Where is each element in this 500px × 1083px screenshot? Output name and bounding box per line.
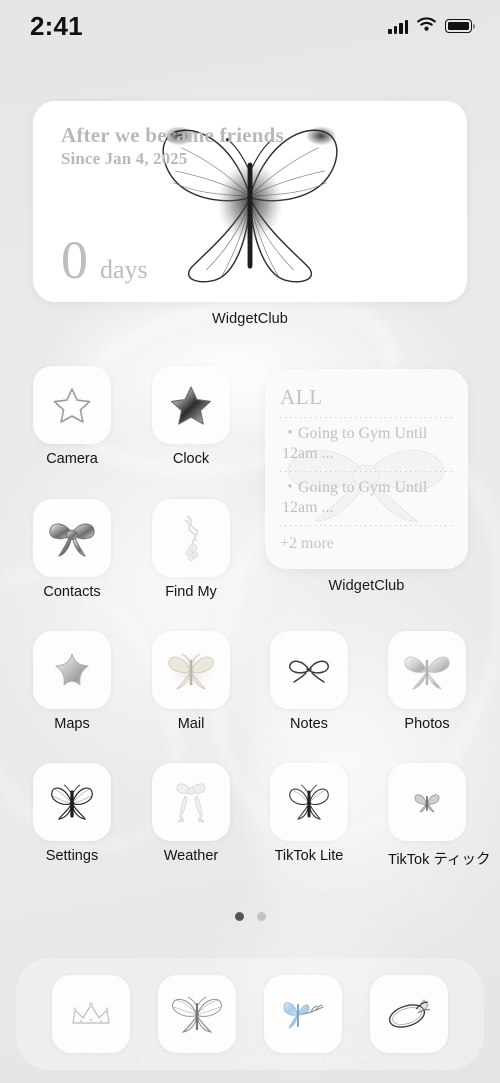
app-label: Contacts: [43, 584, 101, 600]
app-label: Weather: [163, 848, 219, 864]
app-label: Mail: [177, 716, 205, 732]
divider: [280, 417, 455, 418]
wifi-icon: [417, 16, 436, 36]
app-settings[interactable]: Settings: [33, 763, 111, 864]
crown-tiara-icon: [72, 1002, 110, 1024]
counter-days-block: 0 days: [61, 229, 148, 290]
cellular-bars-icon: [388, 19, 408, 34]
app-find-my[interactable]: Find My: [152, 499, 230, 600]
moth-butterfly-icon: [167, 651, 215, 690]
ring-sketch-icon: [388, 999, 431, 1028]
app-label: Photos: [404, 716, 450, 732]
counter-number: 0: [61, 229, 88, 290]
widget-card[interactable]: After we became friends Since Jan 4, 202…: [33, 101, 467, 302]
counter-text-block: After we became friends Since Jan 4, 202…: [61, 123, 284, 169]
app-weather[interactable]: Weather: [152, 763, 230, 864]
counter-title: After we became friends: [61, 123, 284, 147]
star-silver-icon: [55, 653, 89, 686]
counter-unit: days: [100, 254, 148, 284]
dock-app-list: [16, 958, 484, 1070]
app-icon[interactable]: [152, 763, 230, 841]
app-label: Settings: [45, 848, 99, 864]
app-label: Find My: [165, 584, 217, 600]
status-bar: 2:41: [0, 0, 500, 52]
widget-label: WidgetClub: [328, 578, 405, 594]
butterfly-small-icon: [414, 794, 440, 813]
app-label: Clock: [172, 451, 210, 467]
app-icon[interactable]: [270, 631, 348, 709]
app-icon[interactable]: [152, 366, 230, 444]
app-clock[interactable]: Clock: [152, 366, 230, 467]
app-label: TikTok ティック: [388, 852, 491, 868]
app-icon[interactable]: [152, 499, 230, 577]
app-icon[interactable]: [270, 763, 348, 841]
app-contacts[interactable]: Contacts: [33, 499, 111, 600]
app-icon[interactable]: [388, 763, 466, 841]
pearl-charm-icon: [184, 515, 199, 562]
counter-since-date: Since Jan 4, 2025: [61, 149, 188, 169]
app-label: Camera: [46, 451, 98, 467]
app-label: TikTok Lite: [274, 848, 344, 864]
dock-app-blue-butterfly[interactable]: [264, 975, 342, 1053]
page-dot-1[interactable]: [234, 912, 244, 921]
widget-friendship-counter[interactable]: After we became friends Since Jan 4, 202…: [33, 101, 467, 327]
butterfly-lace-icon: [172, 996, 222, 1033]
page-indicator-dots[interactable]: [0, 912, 500, 921]
butterfly-ink-icon: [51, 784, 93, 820]
bow-outline-icon: [289, 660, 329, 683]
page-dot-2[interactable]: [256, 912, 266, 921]
status-bar-indicators: [388, 16, 475, 36]
butterfly-outline-icon: [289, 784, 329, 820]
star-filled-chrome-icon: [170, 386, 212, 425]
status-bar-clock: 2:41: [30, 10, 83, 41]
reminder-item[interactable]: ・Going to Gym Until 12am ...: [280, 478, 455, 518]
app-tiktok-lite[interactable]: TikTok Lite: [270, 763, 348, 864]
app-icon[interactable]: [152, 631, 230, 709]
blue-butterfly-icon: [283, 1002, 324, 1029]
app-icon[interactable]: [33, 631, 111, 709]
dock-app-tiara[interactable]: [52, 975, 130, 1053]
silver-butterfly-icon: [404, 656, 450, 690]
dock: [16, 958, 484, 1070]
app-photos[interactable]: Photos: [388, 631, 466, 732]
app-icon[interactable]: [388, 631, 466, 709]
app-icon[interactable]: [33, 499, 111, 577]
app-tiktok-jp[interactable]: TikTok ティック: [388, 763, 491, 869]
reminder-item[interactable]: ・Going to Gym Until 12am ...: [280, 424, 455, 464]
widget-label: WidgetClub: [212, 311, 288, 327]
app-mail[interactable]: Mail: [152, 631, 230, 732]
divider: [280, 525, 455, 526]
widget-card[interactable]: ALL ・Going to Gym Until 12am ... ・Going …: [265, 369, 468, 569]
app-camera[interactable]: Camera: [33, 366, 111, 467]
app-notes[interactable]: Notes: [270, 631, 348, 732]
widget-reminders-all[interactable]: ALL ・Going to Gym Until 12am ... ・Going …: [265, 369, 468, 594]
app-label: Maps: [54, 716, 90, 732]
app-label: Notes: [290, 716, 328, 732]
silver-bow-icon: [49, 523, 95, 557]
ribbon-bows-icon: [176, 783, 206, 823]
reminders-title: ALL: [280, 385, 323, 409]
battery-full-icon: [445, 19, 475, 33]
app-maps[interactable]: Maps: [33, 631, 111, 732]
divider: [280, 471, 455, 472]
reminders-content: ALL ・Going to Gym Until 12am ... ・Going …: [265, 369, 468, 569]
app-icon[interactable]: [33, 763, 111, 841]
dock-app-butterfly[interactable]: [158, 975, 236, 1053]
star-outline-icon: [53, 388, 91, 423]
reminders-more-count[interactable]: +2 more: [280, 532, 455, 553]
app-icon[interactable]: [33, 366, 111, 444]
dock-app-ring[interactable]: [370, 975, 448, 1053]
